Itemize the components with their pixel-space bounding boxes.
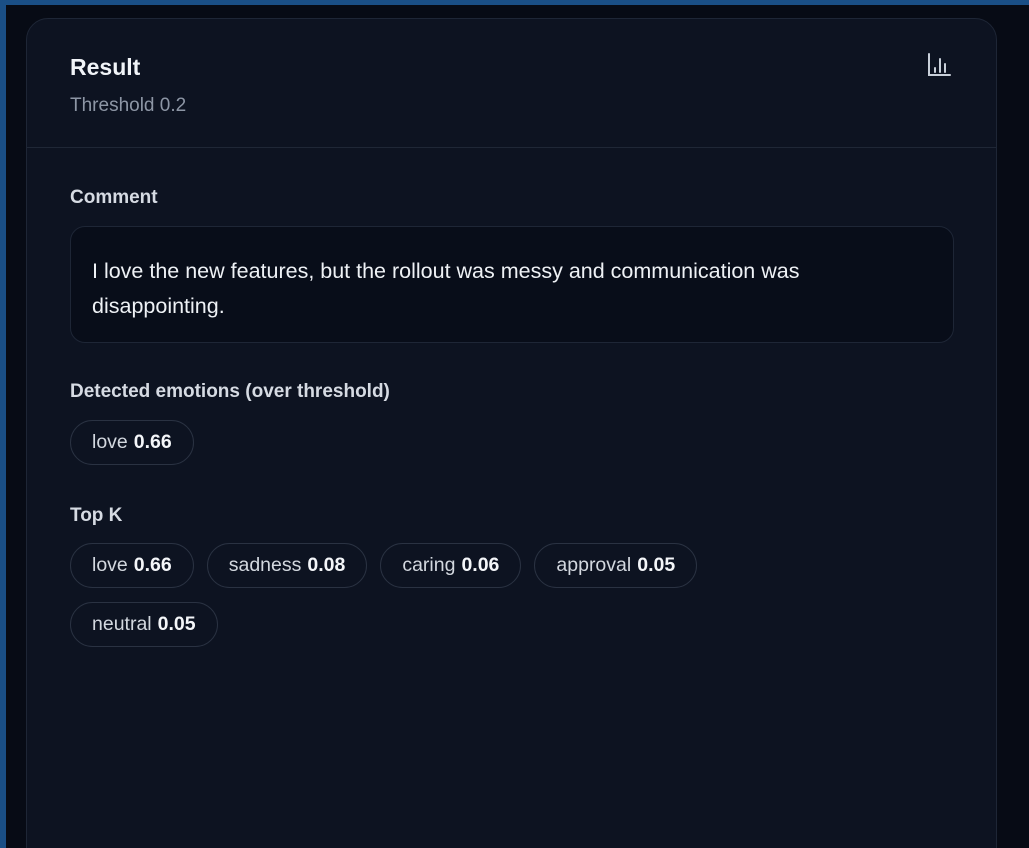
comment-text-box: I love the new features, but the rollout…	[70, 226, 954, 343]
top-k-chip-neutral: neutral 0.05	[70, 602, 218, 647]
top-k-chip-sadness: sadness 0.08	[206, 543, 368, 588]
bar-chart-icon[interactable]	[925, 51, 953, 79]
emotion-chip-label: approval	[556, 554, 632, 576]
emotion-chip-score: 0.05	[637, 554, 676, 576]
result-title: Result	[70, 54, 141, 80]
emotion-chip-label: love	[92, 431, 128, 453]
emotion-chip-label: sadness	[228, 554, 302, 576]
threshold-label: Threshold 0.2	[70, 95, 187, 116]
comment-label: Comment	[70, 187, 158, 208]
detected-emotions-label: Detected emotions (over threshold)	[70, 381, 390, 402]
top-k-label: Top K	[70, 505, 123, 526]
emotion-chip-score: 0.06	[461, 554, 500, 576]
top-k-chip-caring: caring 0.06	[380, 543, 522, 588]
result-card: Result Threshold 0.2 Comment I love the …	[26, 18, 997, 848]
emotion-chip-score: 0.08	[307, 554, 346, 576]
top-k-chip-love: love 0.66	[70, 543, 194, 588]
emotion-chip-label: caring	[402, 554, 456, 576]
emotion-chip-score: 0.66	[133, 554, 172, 576]
emotion-chip-label: love	[92, 554, 128, 576]
emotion-chip-score: 0.05	[157, 613, 196, 635]
emotion-chip-score: 0.66	[133, 431, 172, 453]
detected-emotions-list: love 0.66	[70, 420, 830, 465]
emotion-chip-love: love 0.66	[70, 420, 194, 465]
emotion-chip-label: neutral	[92, 613, 152, 635]
top-k-chip-approval: approval 0.05	[534, 543, 698, 588]
result-card-header: Result Threshold 0.2	[27, 19, 996, 148]
top-k-list: love 0.66 sadness 0.08 caring 0.06 approval…	[70, 543, 830, 647]
